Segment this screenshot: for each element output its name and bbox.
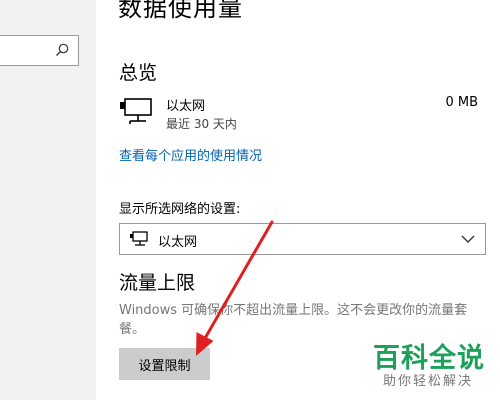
network-dropdown[interactable]: 以太网 bbox=[119, 223, 486, 255]
network-name: 以太网 bbox=[166, 99, 206, 114]
page-title: 数据使用量 bbox=[118, 0, 243, 22]
chevron-down-icon bbox=[461, 235, 475, 243]
watermark-slogan: 助你轻松解决 bbox=[383, 374, 474, 389]
network-dropdown-value: 以太网 bbox=[158, 235, 198, 250]
ethernet-icon bbox=[130, 231, 148, 246]
usage-period: 最近 30 天内 bbox=[166, 117, 237, 131]
search-input[interactable] bbox=[0, 35, 79, 66]
overview-heading: 总览 bbox=[119, 62, 158, 84]
left-nav-panel bbox=[0, 0, 96, 400]
data-limit-heading: 流量上限 bbox=[119, 272, 196, 294]
ethernet-icon bbox=[120, 98, 152, 124]
usage-amount: 0 MB bbox=[445, 95, 478, 110]
view-app-usage-link[interactable]: 查看每个应用的使用情况 bbox=[119, 145, 262, 164]
search-icon[interactable] bbox=[54, 42, 70, 58]
set-limit-button[interactable]: 设置限制 bbox=[119, 348, 210, 380]
network-select-label: 显示所选网络的设置: bbox=[119, 202, 241, 217]
data-limit-description: Windows 可确保你不超出流量上限。这不会更改你的流量套餐。 bbox=[119, 303, 468, 337]
